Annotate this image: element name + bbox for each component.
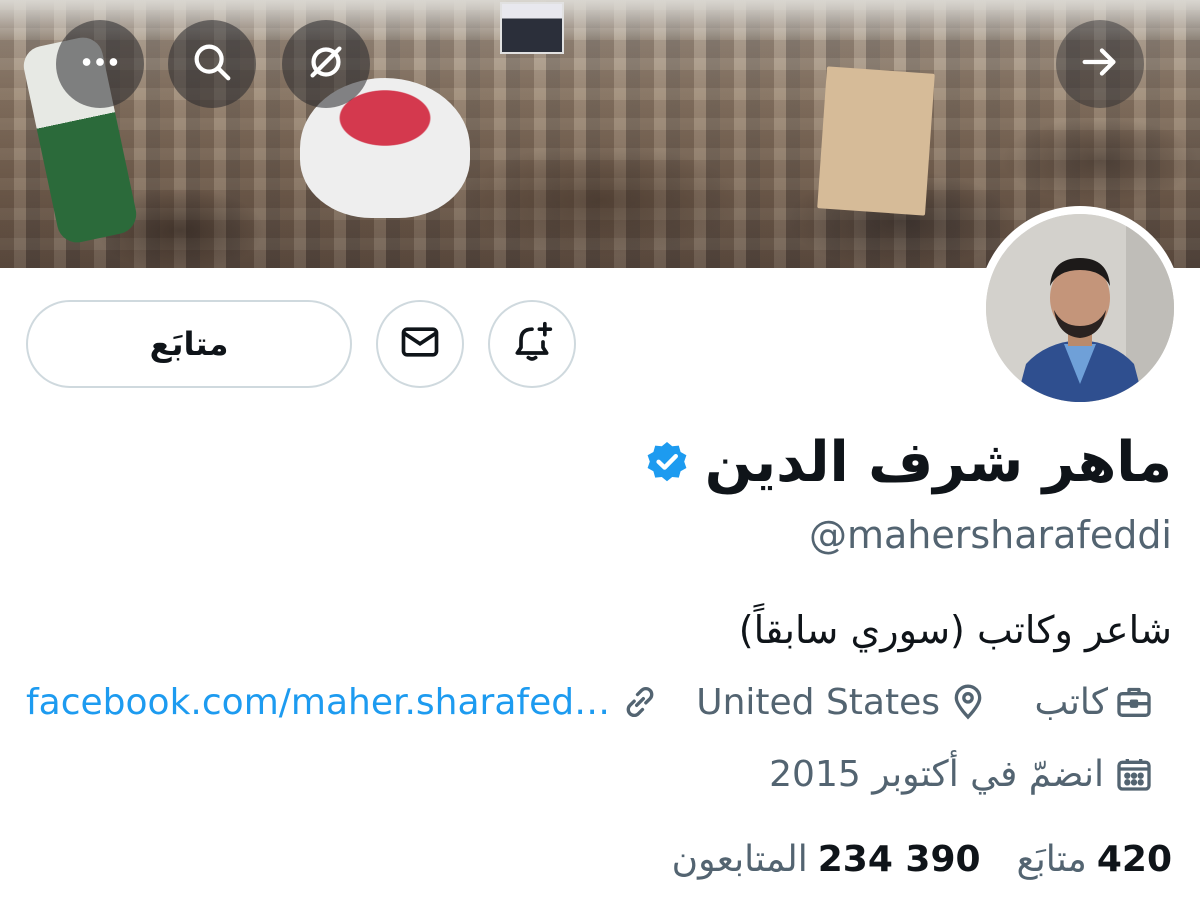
more-button[interactable] bbox=[56, 20, 144, 108]
calendar-icon bbox=[1114, 754, 1154, 794]
followers-stat[interactable]: 234 390 المتابعون bbox=[672, 839, 981, 880]
grok-button[interactable] bbox=[282, 20, 370, 108]
website-link[interactable]: facebook.com/maher.sharafed… bbox=[26, 682, 610, 723]
profile-profession: كاتب bbox=[1035, 676, 1154, 728]
following-count: 420 bbox=[1096, 838, 1172, 880]
verified-badge-icon[interactable] bbox=[643, 439, 691, 487]
profile-bio: شاعر وكاتب (سوري سابقاً) bbox=[738, 608, 1172, 652]
search-button[interactable] bbox=[168, 20, 256, 108]
grok-icon bbox=[303, 39, 349, 89]
banner-poster bbox=[500, 2, 564, 54]
following-button[interactable]: متابَع bbox=[26, 300, 352, 388]
message-button[interactable] bbox=[376, 300, 464, 388]
avatar[interactable] bbox=[978, 206, 1182, 410]
following-button-label: متابَع bbox=[149, 325, 229, 363]
avatar-photo bbox=[986, 214, 1174, 402]
profile-joined: انضمّ في أكتوبر 2015 bbox=[769, 748, 1154, 800]
profile-stats: 420 متابَع 234 390 المتابعون bbox=[672, 834, 1172, 884]
profession-text: كاتب bbox=[1034, 681, 1108, 723]
profile-handle: @mahersharafeddi bbox=[808, 513, 1172, 557]
bell-plus-icon bbox=[510, 320, 554, 368]
banner-sign bbox=[817, 66, 935, 216]
notifications-button[interactable] bbox=[488, 300, 576, 388]
briefcase-icon bbox=[1114, 682, 1154, 722]
followers-count: 234 390 bbox=[817, 838, 981, 880]
joined-text: انضمّ في أكتوبر 2015 bbox=[769, 753, 1104, 795]
following-stat-label: متابَع bbox=[1016, 838, 1087, 880]
profile-website[interactable]: facebook.com/maher.sharafed… bbox=[26, 676, 660, 728]
search-icon bbox=[189, 39, 235, 89]
profile-name: ماهر شرف الدين bbox=[704, 430, 1172, 495]
arrow-right-icon bbox=[1077, 39, 1123, 89]
mail-icon bbox=[398, 320, 442, 368]
location-text: United States bbox=[696, 681, 940, 723]
more-icon bbox=[77, 39, 123, 89]
location-pin-icon bbox=[948, 682, 988, 722]
followers-stat-label: المتابعون bbox=[671, 838, 808, 880]
profile-name-row: ماهر شرف الدين bbox=[643, 428, 1172, 498]
share-button[interactable] bbox=[1056, 20, 1144, 108]
following-stat[interactable]: 420 متابَع bbox=[1017, 839, 1172, 880]
profile-location: United States bbox=[696, 676, 988, 728]
link-icon bbox=[620, 682, 660, 722]
